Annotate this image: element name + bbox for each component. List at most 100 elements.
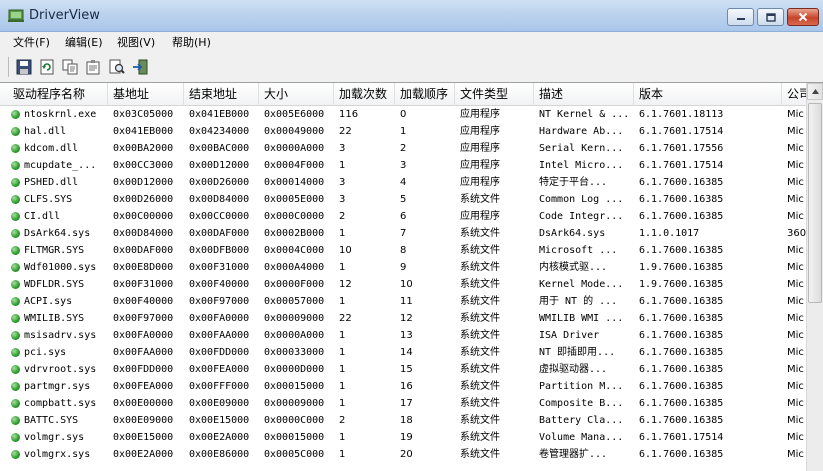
- table-cell: Intel Micro...: [539, 160, 624, 171]
- table-row[interactable]: Wdf01000.sys 0x00E8D000 0x00F31000 0x000A40…: [0, 259, 806, 276]
- menu-view[interactable]: 视图(V): [117, 34, 155, 50]
- table-row[interactable]: vdrvroot.sys 0x00FDD000 0x00FEA000 0x0000D0…: [0, 361, 806, 378]
- table-row[interactable]: CI.dll 0x00C00000 0x00CC0000 0x000C0000 2 6 应用…: [0, 208, 806, 225]
- table-cell: 2: [339, 415, 346, 426]
- table-cell: 系统文件: [460, 296, 500, 307]
- table-cell: 1: [339, 160, 346, 171]
- close-button[interactable]: [787, 8, 819, 26]
- table-cell: Microsoft ...: [539, 245, 618, 256]
- table-cell: 1: [339, 449, 346, 460]
- table-row[interactable]: DsArk64.sys 0x00D84000 0x00DAF000 0x0002B00…: [0, 225, 806, 242]
- table-row[interactable]: FLTMGR.SYS 0x00DAF000 0x00DFB000 0x0004C000…: [0, 242, 806, 259]
- table-row[interactable]: volmgr.sys 0x00E15000 0x00E2A000 0x00015000…: [0, 429, 806, 446]
- find-icon: [109, 59, 125, 74]
- column-header[interactable]: 描述: [534, 83, 634, 106]
- table-cell: 系统文件: [460, 398, 500, 409]
- table-row[interactable]: volmgrx.sys 0x00E2A000 0x00E86000 0x0005C00…: [0, 446, 806, 463]
- table-row[interactable]: ntoskrnl.exe 0x03C05000 0x041EB000 0x005E60…: [0, 106, 806, 123]
- copy-button[interactable]: [61, 58, 79, 76]
- table-cell: Mic: [787, 194, 804, 205]
- table-row[interactable]: WMILIB.SYS 0x00F97000 0x00FA0000 0x00009000…: [0, 310, 806, 327]
- table-cell: 系统文件: [460, 449, 500, 460]
- column-header[interactable]: 文件类型: [455, 83, 534, 106]
- scroll-up-button[interactable]: [807, 83, 823, 100]
- table-row[interactable]: PSHED.dll 0x00D12000 0x00D26000 0x00014000 3…: [0, 174, 806, 191]
- table-cell: 360: [787, 228, 806, 239]
- table-cell: 0x00FDD000: [189, 347, 250, 358]
- column-header[interactable]: 基地址: [108, 83, 184, 106]
- table-cell: 0x0000D000: [264, 364, 325, 375]
- scrollbar-thumb[interactable]: [808, 103, 822, 303]
- find-button[interactable]: [108, 58, 126, 76]
- table-cell: 1.9.7600.16385: [639, 279, 724, 290]
- table-row[interactable]: CLFS.SYS 0x00D26000 0x00D84000 0x0005E000 3 5…: [0, 191, 806, 208]
- column-header[interactable]: 公司: [782, 83, 806, 106]
- table-cell: 0x00015000: [264, 381, 325, 392]
- table-row[interactable]: WDFLDR.SYS 0x00F31000 0x00F40000 0x0000F000…: [0, 276, 806, 293]
- table-row[interactable]: hal.dll 0x041EB000 0x04234000 0x00049000 22 1…: [0, 123, 806, 140]
- minimize-button[interactable]: [727, 8, 754, 26]
- table-cell: ACPI.sys: [24, 296, 73, 307]
- table-row[interactable]: msisadrv.sys 0x00FA0000 0x00FAA000 0x0000A0…: [0, 327, 806, 344]
- exit-button[interactable]: [131, 58, 149, 76]
- table-cell: 系统文件: [460, 262, 500, 273]
- column-header[interactable]: 驱动程序名称: [8, 83, 108, 106]
- vertical-scrollbar[interactable]: [806, 83, 823, 471]
- table-cell: 0x0002B000: [264, 228, 325, 239]
- table-row[interactable]: BATTC.SYS 0x00E09000 0x00E15000 0x0000C000 2…: [0, 412, 806, 429]
- menu-edit[interactable]: 编辑(E): [65, 34, 103, 50]
- table-cell: 0x00D26000: [113, 194, 174, 205]
- table-cell: 0x00D12000: [189, 160, 250, 171]
- column-header[interactable]: 加载顺序: [395, 83, 455, 106]
- table-cell: 0x00D84000: [189, 194, 250, 205]
- column-header[interactable]: 结束地址: [184, 83, 259, 106]
- table-row[interactable]: mcupdate_... 0x00CC3000 0x00D12000 0x0004F0…: [0, 157, 806, 174]
- column-header[interactable]: 版本: [634, 83, 782, 106]
- refresh-button[interactable]: [38, 58, 56, 76]
- driver-list[interactable]: 驱动程序名称 基地址 结束地址 大小 加载次数 加载顺序 文件类型 描述 版本 …: [0, 83, 806, 471]
- table-row[interactable]: kdcom.dll 0x00BA2000 0x00BAC000 0x0000A000 3…: [0, 140, 806, 157]
- table-cell: 0x00FAA000: [113, 347, 174, 358]
- table-cell: 15: [400, 364, 413, 375]
- table-cell: 0x00D12000: [113, 177, 174, 188]
- table-cell: 特定于平台...: [539, 177, 608, 188]
- table-cell: Mic: [787, 211, 804, 222]
- title-bar[interactable]: DriverView: [0, 0, 823, 32]
- table-cell: Partition M...: [539, 381, 624, 392]
- maximize-button[interactable]: [757, 8, 784, 26]
- table-row[interactable]: ACPI.sys 0x00F40000 0x00F97000 0x00057000 1 1…: [0, 293, 806, 310]
- column-headers: 驱动程序名称 基地址 结束地址 大小 加载次数 加载顺序 文件类型 描述 版本 …: [0, 83, 806, 106]
- table-row[interactable]: compbatt.sys 0x00E00000 0x00E09000 0x000090…: [0, 395, 806, 412]
- refresh-icon: [40, 59, 54, 75]
- table-cell: 6.1.7600.16385: [639, 398, 724, 409]
- table-cell: msisadrv.sys: [24, 330, 97, 341]
- table-cell: 0x00033000: [264, 347, 325, 358]
- table-cell: CI.dll: [24, 211, 61, 222]
- menu-file[interactable]: 文件(F): [13, 34, 50, 50]
- table-cell: 11: [400, 296, 413, 307]
- column-header[interactable]: 加载次数: [334, 83, 395, 106]
- column-header[interactable]: 大小: [259, 83, 334, 106]
- driver-rows: ntoskrnl.exe 0x03C05000 0x041EB000 0x005E60…: [0, 106, 806, 463]
- table-cell: vdrvroot.sys: [24, 364, 97, 375]
- table-row[interactable]: partmgr.sys 0x00FEA000 0x00FFF000 0x0001500…: [0, 378, 806, 395]
- table-cell: PSHED.dll: [24, 177, 79, 188]
- table-cell: 0x00057000: [264, 296, 325, 307]
- table-cell: Mic: [787, 330, 804, 341]
- table-cell: NT 即插即用...: [539, 347, 616, 358]
- table-cell: volmgr.sys: [24, 432, 85, 443]
- save-button[interactable]: [15, 58, 33, 76]
- menu-help[interactable]: 帮助(H): [172, 34, 211, 50]
- properties-button[interactable]: [84, 58, 102, 76]
- table-cell: Mic: [787, 381, 804, 392]
- table-cell: 6.1.7601.17514: [639, 160, 724, 171]
- table-cell: 1: [339, 347, 346, 358]
- table-row[interactable]: pci.sys 0x00FAA000 0x00FDD000 0x00033000 1 14…: [0, 344, 806, 361]
- minimize-icon: [736, 18, 745, 20]
- table-cell: compbatt.sys: [24, 398, 97, 409]
- save-icon: [16, 59, 32, 75]
- table-cell: Code Integr...: [539, 211, 624, 222]
- table-cell: 应用程序: [460, 143, 500, 154]
- table-cell: Composite B...: [539, 398, 624, 409]
- table-cell: 0x00F97000: [113, 313, 174, 324]
